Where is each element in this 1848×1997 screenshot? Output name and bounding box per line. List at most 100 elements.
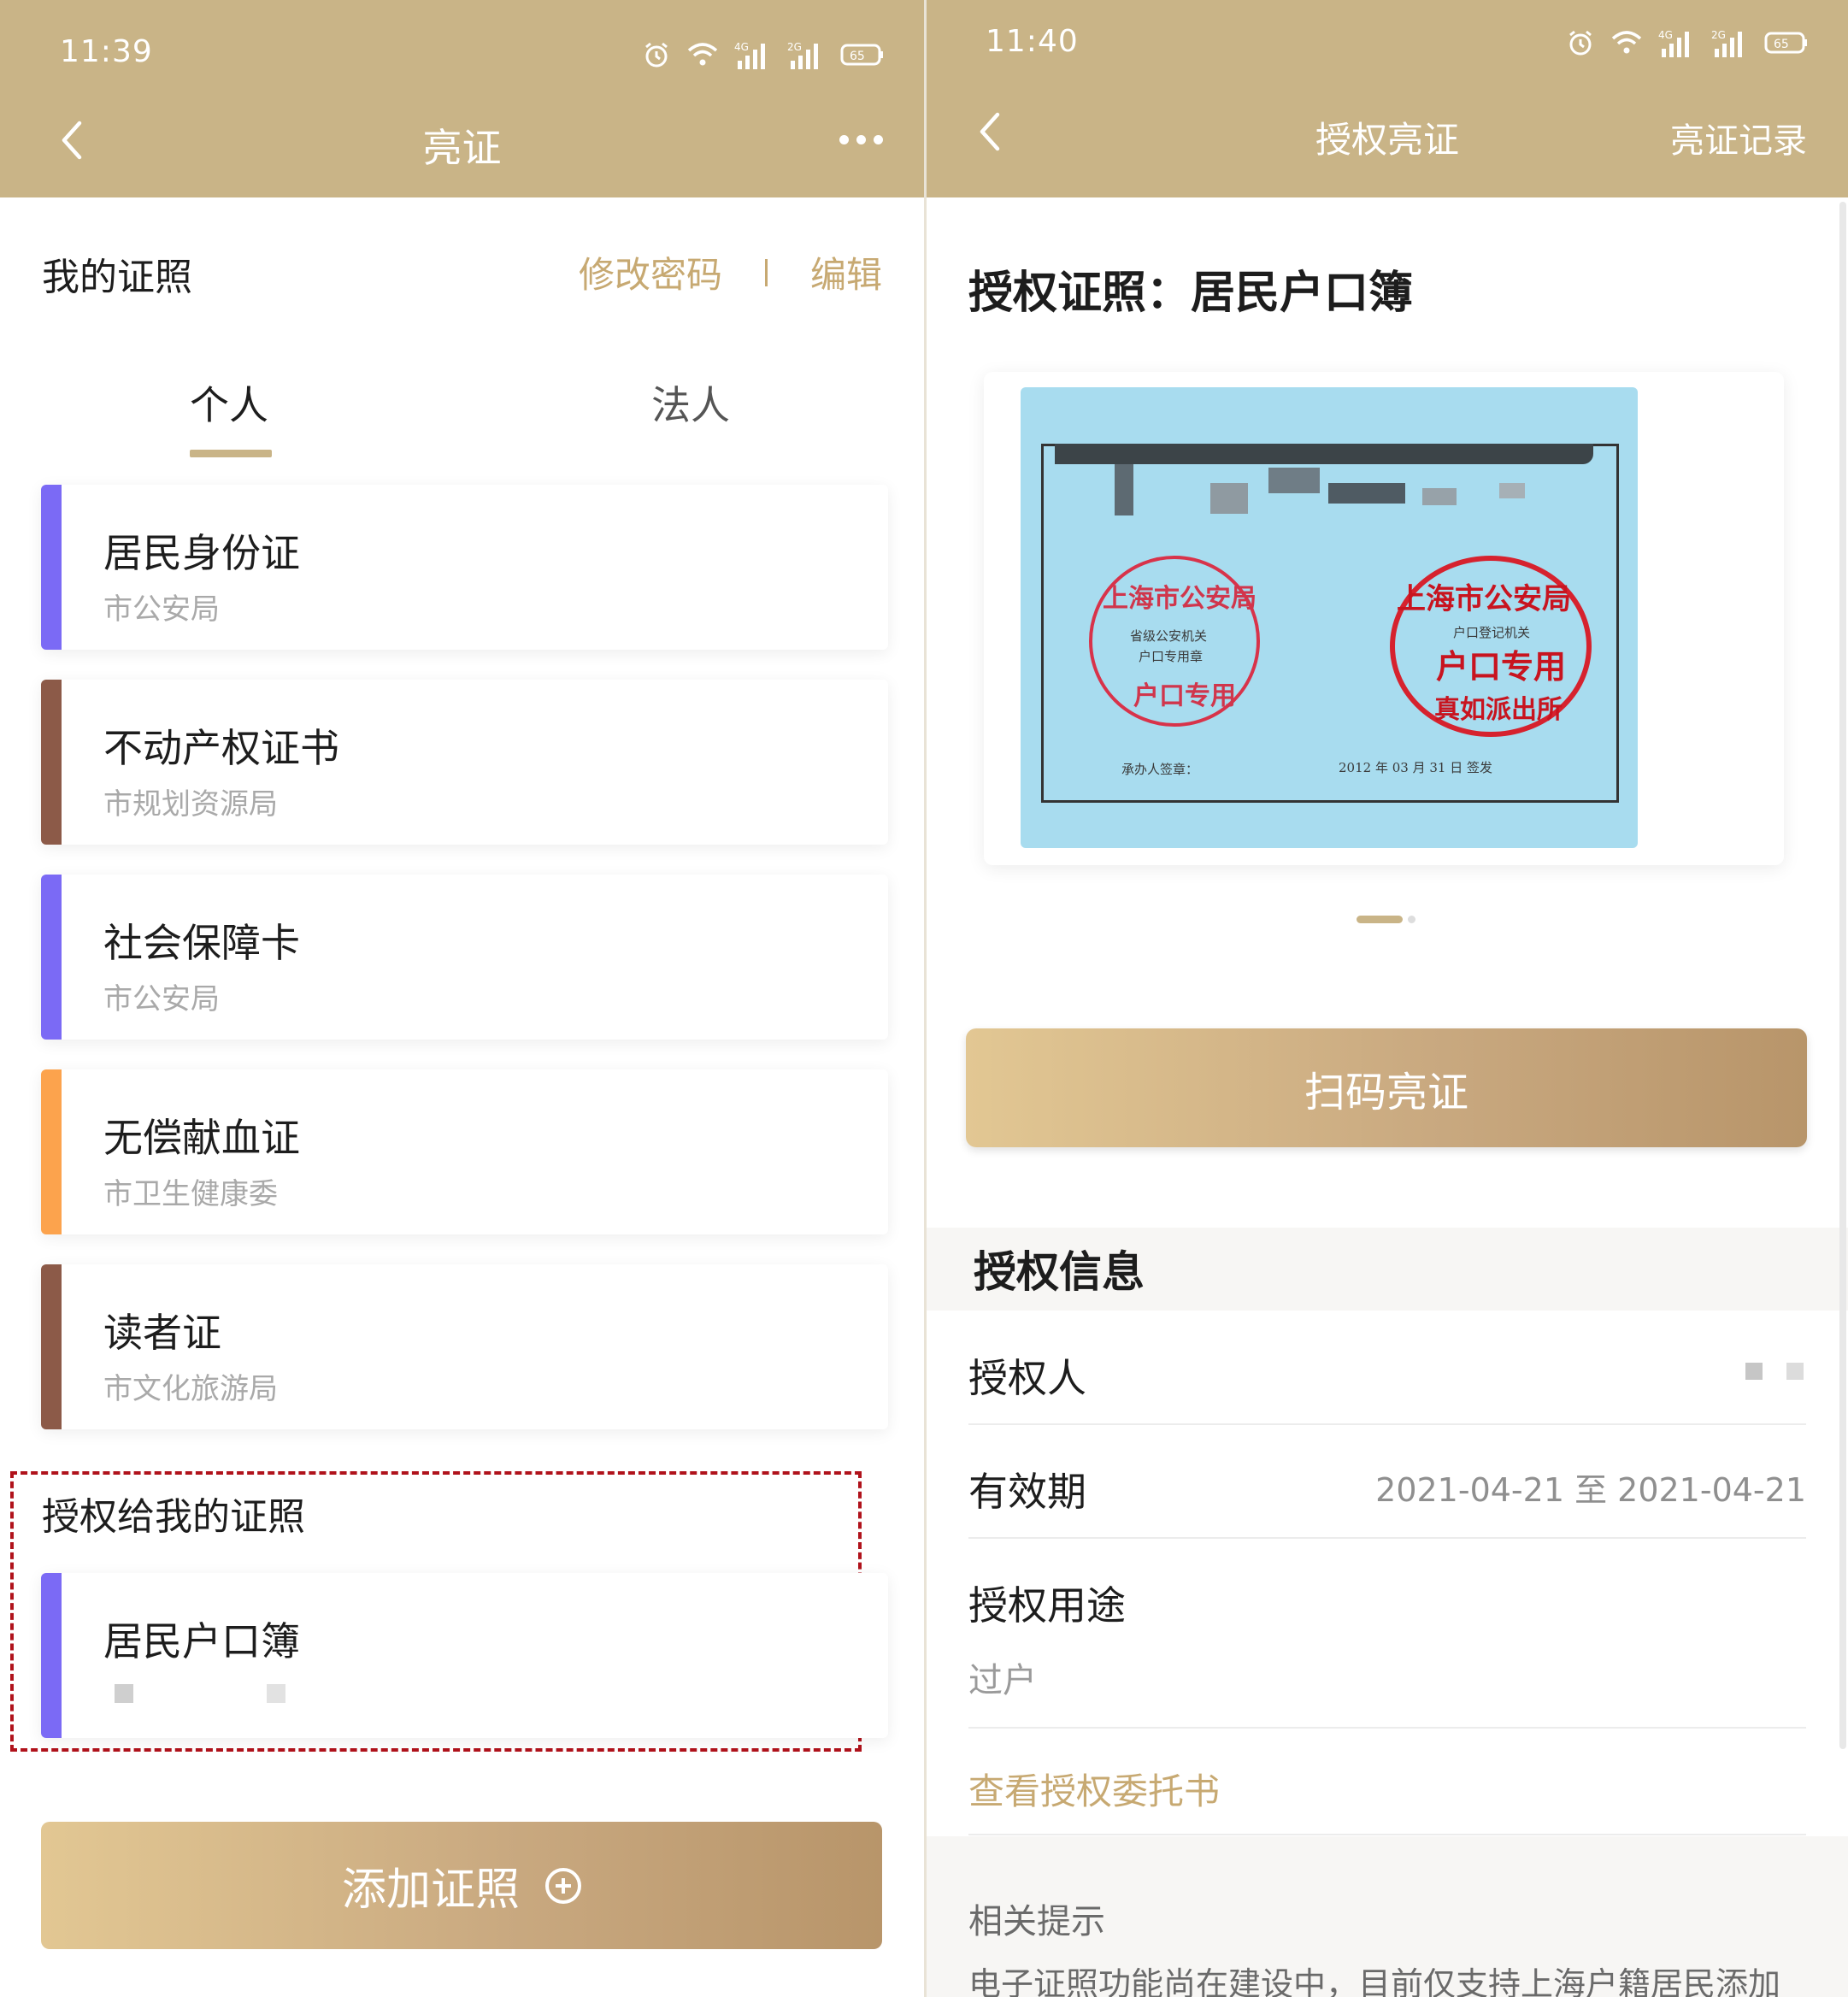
tab-legal-person[interactable]: 法人 xyxy=(651,374,730,431)
right-screen: 11:40 4G 2G 65 授权亮证 亮证记录 授权证照：居民户口簿 上海市公… xyxy=(927,0,1848,1997)
cert-issuer: 市卫生健康委 xyxy=(103,1177,278,1211)
cert-title: 居民户口簿 xyxy=(103,1618,300,1664)
card-color-bar xyxy=(41,1069,62,1234)
page-title: 亮证 xyxy=(422,125,502,171)
stamp-left-text: 上海市公安局 xyxy=(1103,584,1257,614)
cert-issuer: 市文化旅游局 xyxy=(103,1372,278,1406)
carousel-indicator[interactable] xyxy=(1357,916,1415,923)
edit-link[interactable]: 编辑 xyxy=(810,246,882,298)
more-dot-icon xyxy=(856,135,866,144)
battery-icon: 65 xyxy=(840,44,883,66)
validity-value: 2021-04-21 至 2021-04-21 xyxy=(1375,1471,1806,1509)
signal-4g-icon: 4G xyxy=(1658,29,1689,57)
active-tab-indicator xyxy=(190,450,272,457)
redacted-text xyxy=(115,1684,133,1703)
battery-level: 65 xyxy=(1774,38,1789,51)
status-time: 11:40 xyxy=(986,24,1079,59)
redacted-grantor xyxy=(1745,1363,1763,1380)
stamp-left-small: 户口专用章 xyxy=(1139,649,1204,664)
grantor-label: 授权人 xyxy=(968,1355,1086,1401)
status-icons: 4G 2G 65 xyxy=(1566,26,1809,60)
wifi-icon xyxy=(687,43,718,66)
stamp-right-bottom: 真如派出所 xyxy=(1434,695,1563,725)
redacted-pixel xyxy=(1268,468,1320,493)
cert-issuer: 市规划资源局 xyxy=(103,787,278,822)
more-dot-icon xyxy=(874,135,883,144)
add-cert-label: 添加证照 xyxy=(341,1864,520,1916)
cert-title: 不动产权证书 xyxy=(103,725,339,771)
change-password-link[interactable]: 修改密码 xyxy=(579,246,722,298)
alarm-icon xyxy=(1569,30,1592,56)
svg-text:4G: 4G xyxy=(734,41,749,53)
app-header: 11:40 4G 2G 65 授权亮证 亮证记录 xyxy=(927,0,1848,197)
cert-title: 无偿献血证 xyxy=(103,1115,300,1161)
svg-text:4G: 4G xyxy=(1658,29,1673,41)
tips-title: 相关提示 xyxy=(968,1902,1105,1941)
auth-info-title: 授权信息 xyxy=(974,1247,1145,1297)
cert-card[interactable]: 居民身份证 市公安局 xyxy=(41,485,888,650)
stamp-right-center: 户口专用 xyxy=(1436,648,1567,686)
alarm-icon xyxy=(645,42,668,68)
row-divider xyxy=(968,1537,1806,1539)
app-header: 11:39 4G 2G 65 亮证 xyxy=(0,0,924,197)
redacted-pixel xyxy=(1210,483,1248,514)
row-divider xyxy=(968,1834,1806,1835)
add-cert-button[interactable]: 添加证照 xyxy=(41,1822,882,1949)
signal-2g-icon: 2G xyxy=(1711,29,1742,57)
card-color-bar xyxy=(41,875,62,1040)
cert-title: 社会保障卡 xyxy=(103,920,300,966)
stamp-right-small: 户口登记机关 xyxy=(1453,625,1531,640)
redacted-pixel xyxy=(1115,464,1133,515)
authorized-cert-card[interactable]: 居民户口簿 xyxy=(41,1573,888,1738)
status-time: 11:39 xyxy=(60,34,153,69)
cert-title: 读者证 xyxy=(103,1310,221,1356)
cert-card[interactable]: 社会保障卡 市公安局 xyxy=(41,875,888,1040)
redacted-pixel xyxy=(1422,488,1457,505)
cert-issuer: 市公安局 xyxy=(103,982,220,1016)
validity-label: 有效期 xyxy=(968,1469,1086,1515)
tips-body: 电子证照功能尚在建设中，目前仅支持上海户籍居民添加 xyxy=(968,1965,1781,1997)
signal-4g-icon: 4G xyxy=(734,41,765,69)
divider xyxy=(764,258,768,286)
purpose-value: 过户 xyxy=(968,1661,1037,1700)
status-icons: 4G 2G 65 xyxy=(642,38,885,72)
scrollbar[interactable] xyxy=(1839,202,1846,1749)
card-color-bar xyxy=(41,1573,62,1738)
my-certs-actions: 修改密码 编辑 xyxy=(579,246,882,298)
view-authorization-letter-link[interactable]: 查看授权委托书 xyxy=(968,1763,1220,1815)
stamp-left-small: 省级公安机关 xyxy=(1130,628,1208,644)
cert-card[interactable]: 无偿献血证 市卫生健康委 xyxy=(41,1069,888,1234)
scan-to-show-button[interactable]: 扫码亮证 xyxy=(966,1028,1807,1147)
card-color-bar xyxy=(41,485,62,650)
signal-2g-icon: 2G xyxy=(787,41,818,69)
battery-icon: 65 xyxy=(1764,32,1807,54)
my-certs-title: 我的证照 xyxy=(42,256,192,299)
tab-personal[interactable]: 个人 xyxy=(190,374,268,431)
carousel-dot xyxy=(1408,916,1415,923)
purpose-label: 授权用途 xyxy=(968,1582,1126,1629)
cert-title: 居民身份证 xyxy=(103,530,300,576)
wifi-icon xyxy=(1611,31,1642,54)
redacted-text xyxy=(267,1684,285,1703)
cert-issuer: 市公安局 xyxy=(103,592,220,627)
cert-card[interactable]: 读者证 市文化旅游局 xyxy=(41,1264,888,1429)
svg-text:2G: 2G xyxy=(1711,29,1726,41)
cert-card[interactable]: 不动产权证书 市规划资源局 xyxy=(41,680,888,845)
svg-text:2G: 2G xyxy=(787,41,802,53)
issue-date: 2012 年 03 月 31 日 签发 xyxy=(1339,760,1492,775)
carousel-dot-active xyxy=(1357,916,1403,923)
row-divider xyxy=(968,1423,1806,1425)
more-dot-icon xyxy=(839,135,849,144)
redacted-pixel xyxy=(1328,483,1405,504)
more-button[interactable] xyxy=(839,135,883,144)
show-records-link[interactable]: 亮证记录 xyxy=(1670,113,1807,162)
signer-label: 承办人签章： xyxy=(1121,762,1199,777)
left-screen: 11:39 4G 2G 65 亮证 我的证照 修改密码 编辑 个人 法人 居民身… xyxy=(0,0,924,1997)
stamp-left-bottom: 户口专用 xyxy=(1133,681,1236,711)
card-color-bar xyxy=(41,680,62,845)
battery-level: 65 xyxy=(850,50,865,63)
redacted-grantor xyxy=(1786,1363,1804,1380)
plus-circle-icon xyxy=(545,1867,581,1904)
row-divider xyxy=(968,1727,1806,1729)
redacted-pixel xyxy=(1499,483,1525,498)
